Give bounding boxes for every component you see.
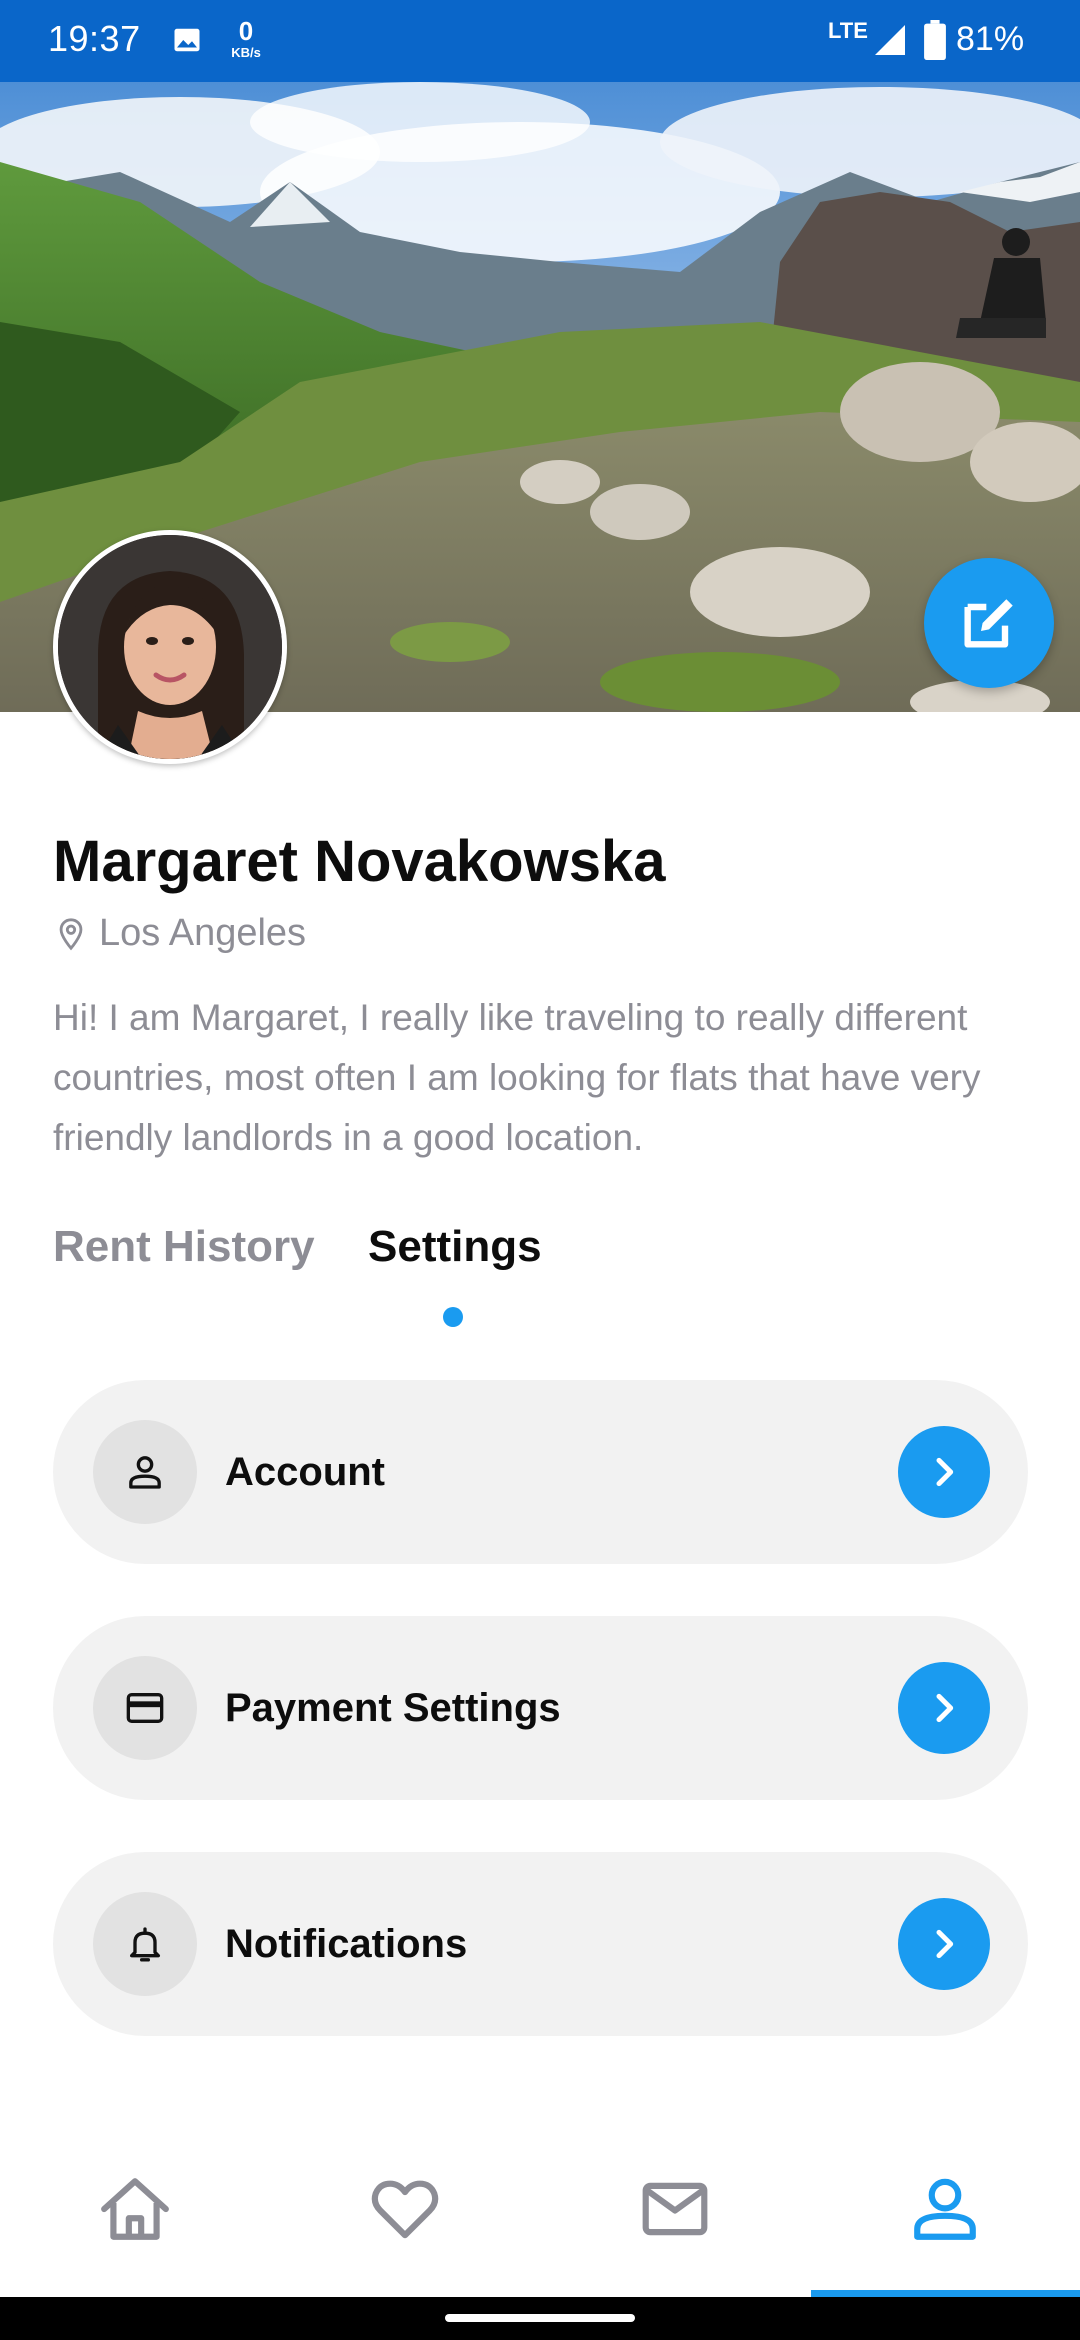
- settings-item-payment[interactable]: Payment Settings: [53, 1616, 1028, 1800]
- tab-settings[interactable]: Settings: [368, 1222, 542, 1272]
- profile-bio: Hi! I am Margaret, I really like traveli…: [53, 997, 981, 1158]
- battery-icon: [924, 20, 946, 60]
- settings-item-notifications[interactable]: Notifications: [53, 1852, 1028, 2036]
- credit-card-icon: [126, 1693, 164, 1723]
- heart-icon: [371, 2180, 439, 2239]
- payment-arrow-button[interactable]: [898, 1662, 990, 1754]
- nav-profile[interactable]: [810, 2130, 1080, 2298]
- settings-item-label: Account: [225, 1450, 385, 1494]
- system-navigation-bar: [0, 2297, 1080, 2340]
- tab-rent-history[interactable]: Rent History: [53, 1222, 315, 1272]
- edit-profile-button[interactable]: [924, 558, 1054, 688]
- location-pin-icon: [59, 918, 83, 951]
- bell-icon: [130, 1927, 160, 1962]
- status-bar: 19:37 0 KB/s LTE 81%: [0, 0, 1080, 82]
- gallery-icon: [174, 28, 200, 52]
- nav-active-indicator: [811, 2290, 1080, 2297]
- account-arrow-button[interactable]: [898, 1426, 990, 1518]
- nav-home[interactable]: [0, 2130, 270, 2298]
- settings-item-account[interactable]: Account: [53, 1380, 1028, 1564]
- active-tab-indicator: [443, 1307, 463, 1327]
- payment-icon-badge: [93, 1656, 197, 1760]
- nav-messages[interactable]: [540, 2130, 810, 2298]
- signal-icon: [875, 25, 905, 55]
- chevron-right-icon: [936, 1457, 954, 1487]
- network-speed: 0 KB/s: [231, 16, 261, 60]
- account-icon-badge: [93, 1420, 197, 1524]
- chevron-right-icon: [936, 1929, 954, 1959]
- profile-name: Margaret Novakowska: [53, 829, 666, 894]
- bottom-nav: [0, 2130, 1080, 2298]
- settings-item-label: Notifications: [225, 1922, 468, 1966]
- home-icon: [101, 2178, 169, 2240]
- mail-icon: [642, 2182, 708, 2236]
- notifications-icon-badge: [93, 1892, 197, 1996]
- status-time: 19:37: [48, 18, 141, 59]
- notifications-arrow-button[interactable]: [898, 1898, 990, 1990]
- battery-percentage: 81%: [956, 20, 1025, 58]
- edit-icon: [964, 599, 1013, 648]
- profile-icon: [914, 2178, 976, 2240]
- chevron-right-icon: [936, 1693, 954, 1723]
- network-type: LTE: [828, 18, 868, 43]
- home-gesture-handle[interactable]: [445, 2314, 635, 2322]
- settings-item-label: Payment Settings: [225, 1686, 561, 1730]
- location-text: Los Angeles: [99, 912, 307, 954]
- avatar[interactable]: [53, 530, 287, 764]
- person-icon: [129, 1456, 161, 1489]
- nav-favorites[interactable]: [270, 2130, 540, 2298]
